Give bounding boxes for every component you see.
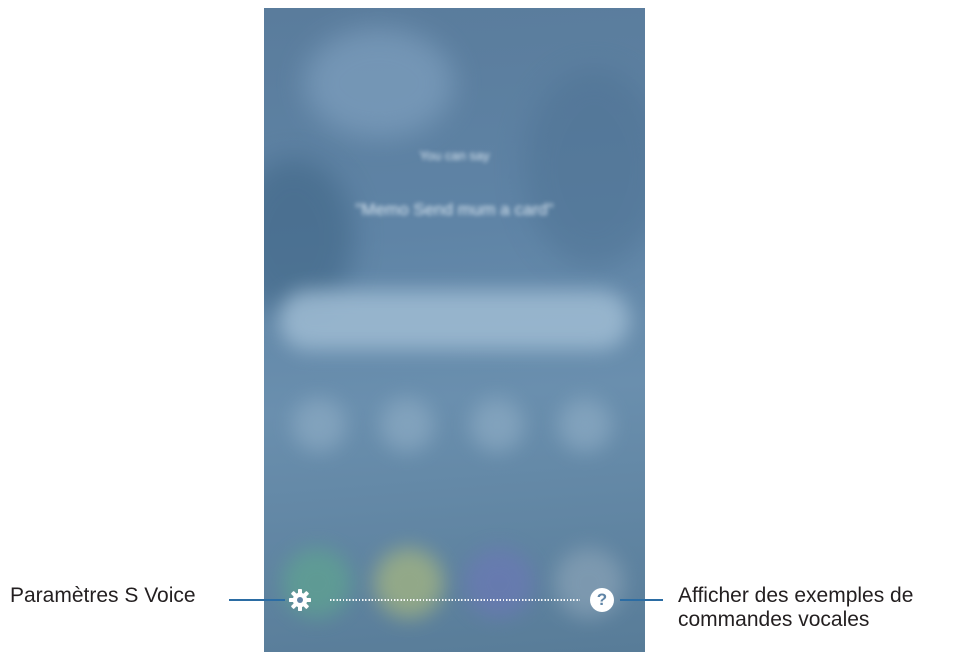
background-blur [304, 28, 454, 138]
voice-control-bar: ? [264, 586, 645, 614]
callout-leader-settings [229, 599, 285, 601]
callout-help-label: Afficher des exemples de commandes vocal… [678, 584, 974, 632]
blurred-app-icon [292, 398, 346, 452]
callout-help-line2: commandes vocales [678, 608, 870, 631]
blurred-app-icon [558, 398, 612, 452]
question-icon[interactable]: ? [590, 588, 614, 612]
prompt-hint: You can say [419, 148, 490, 163]
background-blur [524, 68, 645, 268]
voice-waveform [330, 599, 580, 601]
prompt-example: "Memo Send mum a card" [355, 200, 554, 219]
callout-settings-label: Paramètres S Voice [10, 584, 196, 607]
blurred-app-icon [380, 398, 434, 452]
gear-icon[interactable] [288, 588, 312, 612]
blurred-input-bar [278, 290, 630, 350]
callout-help-line1: Afficher des exemples de [678, 584, 914, 607]
s-voice-screen: You can say "Memo Send mum a card" ? [264, 8, 645, 652]
callout-leader-help [620, 599, 663, 601]
blurred-app-icon [470, 398, 524, 452]
